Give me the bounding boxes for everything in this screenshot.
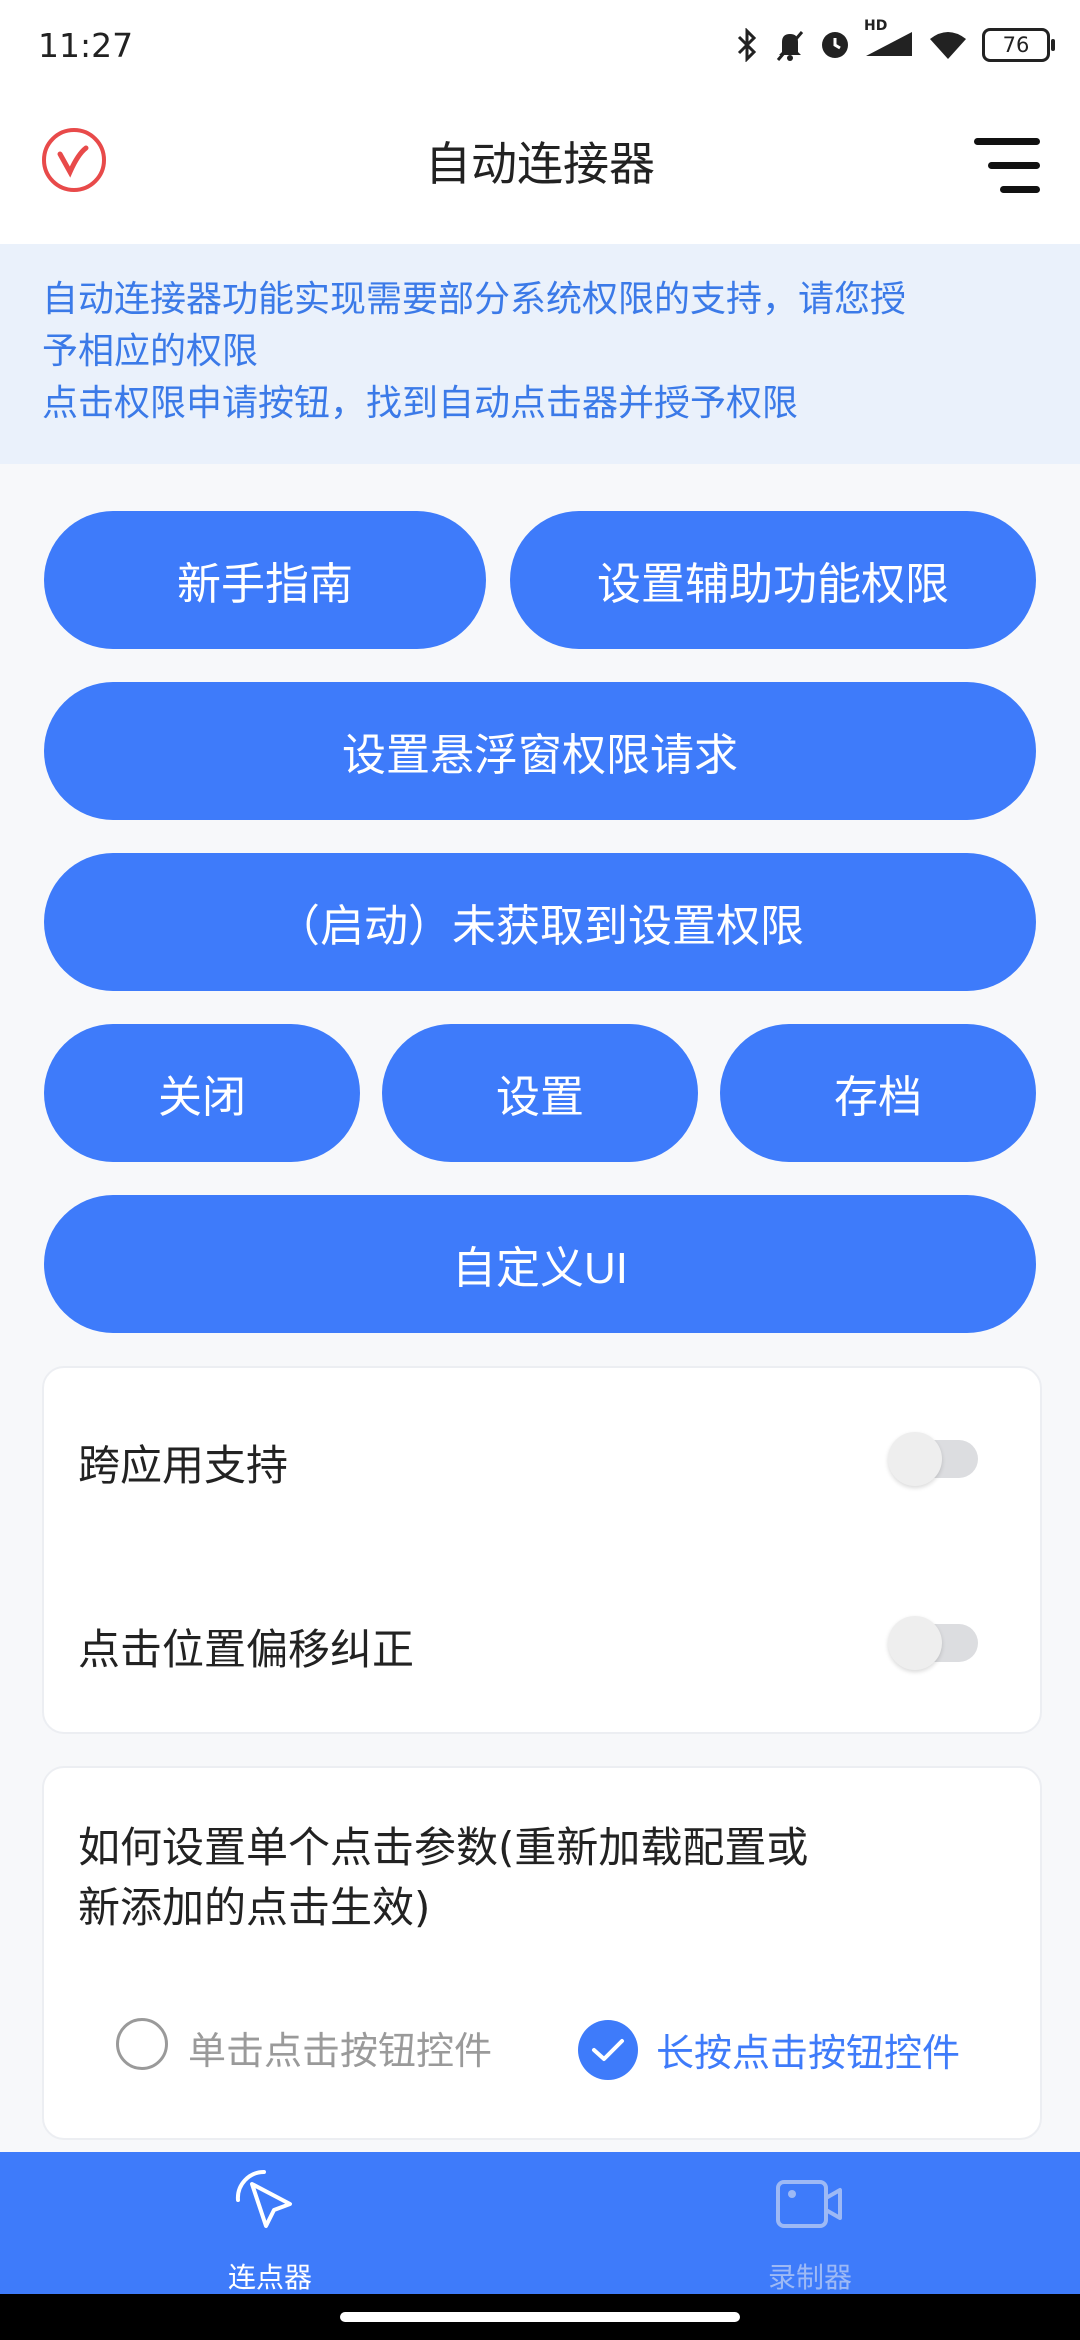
app-bar: 自动连接器 bbox=[0, 96, 1080, 244]
toggles-card: 跨应用支持 点击位置偏移纠正 bbox=[42, 1366, 1042, 1734]
mute-icon bbox=[776, 31, 804, 61]
toggle-knob bbox=[888, 1616, 942, 1670]
network-badge: HD bbox=[864, 18, 888, 34]
check-icon bbox=[592, 2039, 624, 2061]
close-button[interactable]: 关闭 bbox=[44, 1024, 360, 1162]
video-camera-icon bbox=[776, 2180, 842, 2228]
nav-item-clicker[interactable]: 连点器 bbox=[0, 2152, 540, 2294]
alarm-icon bbox=[822, 32, 848, 58]
battery-level: 76 bbox=[1002, 33, 1030, 57]
guide-button[interactable]: 新手指南 bbox=[44, 511, 486, 649]
notice-line-3: 点击权限申请按钮，找到自动点击器并授予权限 bbox=[42, 383, 799, 424]
battery-icon: 76 bbox=[982, 28, 1055, 62]
nav-label-recorder: 录制器 bbox=[767, 2261, 852, 2294]
start-button[interactable]: （启动）未获取到设置权限 bbox=[44, 853, 1036, 991]
settings-button[interactable]: 设置 bbox=[382, 1024, 698, 1162]
click-params-title-2: 新添加的点击生效) bbox=[78, 1883, 431, 1932]
single-click-radio[interactable] bbox=[116, 2018, 168, 2070]
archive-button[interactable]: 存档 bbox=[720, 1024, 1036, 1162]
long-press-radio[interactable] bbox=[578, 2020, 638, 2080]
click-params-card: 如何设置单个点击参数(重新加载配置或 新添加的点击生效) 单击点击按钮控件 长按… bbox=[42, 1766, 1042, 2140]
cross-app-toggle[interactable] bbox=[888, 1432, 978, 1486]
bluetooth-icon bbox=[737, 28, 757, 62]
gesture-bar bbox=[0, 2294, 1080, 2340]
nav-item-recorder[interactable]: 录制器 bbox=[540, 2152, 1080, 2294]
menu-icon[interactable] bbox=[974, 136, 1040, 196]
single-click-label[interactable]: 单击点击按钮控件 bbox=[188, 2020, 492, 2075]
toggle-knob bbox=[888, 1432, 942, 1486]
notice-line-2: 予相应的权限 bbox=[42, 331, 259, 372]
offset-correction-label: 点击位置偏移纠正 bbox=[78, 1625, 415, 1674]
long-press-label[interactable]: 长按点击按钮控件 bbox=[656, 2022, 960, 2077]
nav-label-clicker: 连点器 bbox=[227, 2261, 312, 2294]
home-indicator[interactable] bbox=[340, 2312, 740, 2322]
page-title: 自动连接器 bbox=[425, 137, 655, 191]
signal-icon: HD bbox=[864, 18, 914, 62]
status-time: 11:27 bbox=[38, 26, 134, 65]
status-bar: 11:27 HD 76 bbox=[0, 0, 1080, 96]
notice-line-1: 自动连接器功能实现需要部分系统权限的支持，请您授 bbox=[42, 279, 907, 320]
bottom-nav: 连点器 录制器 bbox=[0, 2152, 1080, 2294]
custom-ui-button[interactable]: 自定义UI bbox=[44, 1195, 1036, 1333]
cursor-click-icon bbox=[235, 2169, 292, 2228]
permission-notice: 自动连接器功能实现需要部分系统权限的支持，请您授 予相应的权限 点击权限申请按钮… bbox=[0, 244, 1080, 464]
accessibility-permission-button[interactable]: 设置辅助功能权限 bbox=[510, 511, 1036, 649]
overlay-permission-button[interactable]: 设置悬浮窗权限请求 bbox=[44, 682, 1036, 820]
cross-app-label: 跨应用支持 bbox=[78, 1441, 289, 1490]
click-params-title-1: 如何设置单个点击参数(重新加载配置或 bbox=[78, 1823, 809, 1872]
offset-correction-toggle[interactable] bbox=[888, 1616, 978, 1670]
wifi-icon bbox=[930, 32, 966, 59]
status-icons: HD 76 bbox=[734, 18, 1055, 62]
